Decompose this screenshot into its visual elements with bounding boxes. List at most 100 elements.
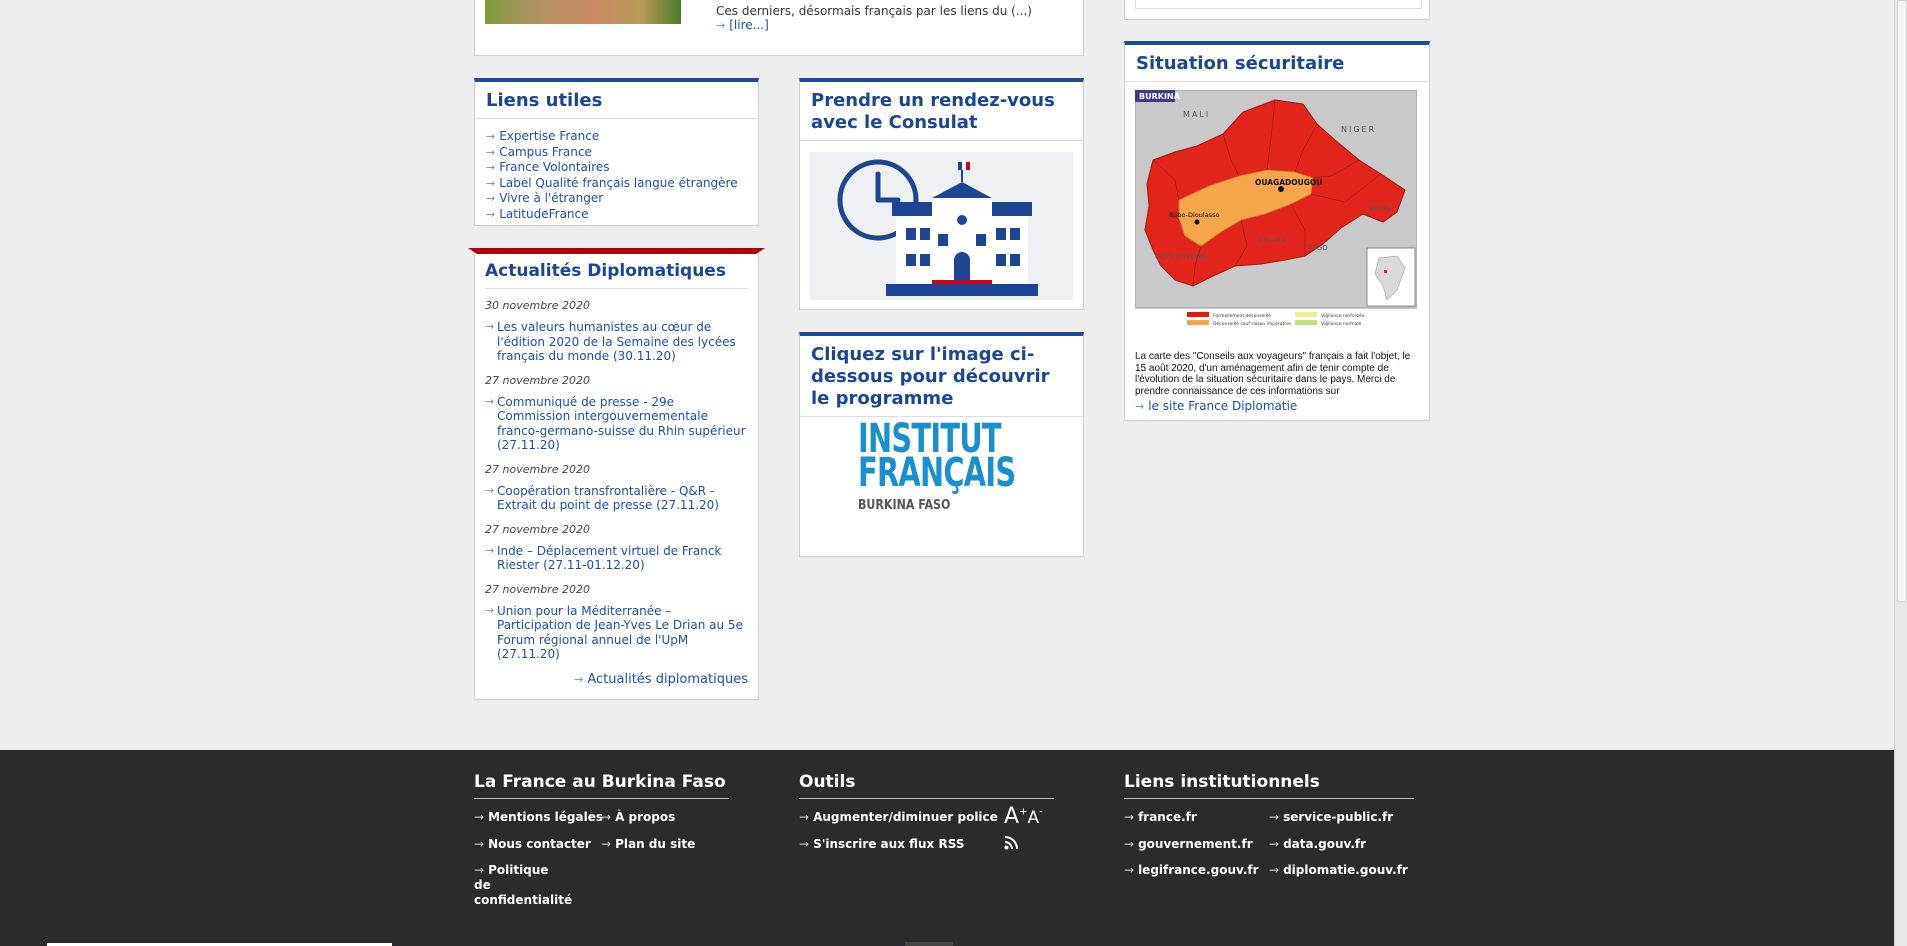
news-date: 27 novembre 2020: [485, 522, 590, 536]
map-label-cote-divoire: CÔTE D'IVOIRE: [1155, 252, 1207, 261]
arrow-icon: →: [485, 603, 495, 617]
rss-icon[interactable]: [1004, 836, 1018, 853]
news-item: 27 novembre 2020 → Coopération transfront…: [485, 463, 748, 513]
footer-col-tools: Outils: [799, 772, 1054, 799]
news-date: 30 novembre 2020: [485, 299, 590, 312]
legend-label: Vigilance renforcée: [1321, 312, 1365, 319]
footer-link-label: Mentions légales: [488, 810, 603, 824]
article-thumbnail[interactable]: [485, 0, 681, 24]
featured-article-box: Ces derniers, désormais français par les…: [474, 0, 1084, 56]
top-right-inner: [1135, 0, 1422, 9]
read-more-link[interactable]: → [lire...]: [716, 18, 769, 32]
institut-francais-logo[interactable]: INSTITUT FRANÇAIS BURKINA FASO: [858, 419, 1077, 513]
footer-link-gouvernement[interactable]: → gouvernement.fr: [1124, 837, 1253, 851]
footer-link-label: diplomatie.gouv.fr: [1283, 863, 1408, 877]
france-diplomatie-label: le site France Diplomatie: [1148, 399, 1298, 413]
useful-link[interactable]: → France Volontaires: [486, 160, 747, 176]
map-label-bobo: Bobo-Dioulasso: [1169, 211, 1219, 219]
consulate-building-icon: [810, 152, 1073, 300]
read-more-label: [lire...]: [729, 18, 769, 32]
useful-link-label: Label Qualité français langue étrangère: [499, 175, 738, 190]
consulate-title: Prendre un rendez-vous avec le Consulat: [811, 90, 1055, 133]
map-country-label: BURKINA: [1139, 92, 1181, 101]
site-footer: La France au Burkina Faso → Mentions léga…: [0, 750, 1907, 946]
logo-line-3: BURKINA FASO: [858, 498, 951, 513]
useful-links-box: Liens utiles → Expertise France → Campus F…: [474, 78, 759, 226]
useful-link[interactable]: → LatitudeFrance: [486, 207, 747, 223]
footer-link-data-gouv[interactable]: → data.gouv.fr: [1269, 837, 1366, 851]
diplomatic-news-title: Actualités Diplomatiques: [485, 261, 726, 281]
map-label-togo: TOGO: [1306, 244, 1328, 252]
footer-link-privacy[interactable]: → Politique de confidentialité: [474, 863, 573, 908]
footer-link-label: service-public.fr: [1283, 810, 1394, 824]
rss-subscribe-link[interactable]: → S'inscrire aux flux RSS: [799, 837, 964, 851]
footer-link-legifrance[interactable]: → legifrance.gouv.fr: [1124, 863, 1259, 877]
arrow-icon: →: [574, 672, 584, 686]
all-news-label: Actualités diplomatiques: [587, 671, 748, 687]
footer-link-label: Politique de confidentialité: [474, 863, 573, 907]
arrow-icon: →: [1269, 810, 1280, 824]
map-label-niger: NIGER: [1341, 125, 1376, 134]
news-date: 27 novembre 2020: [485, 373, 590, 387]
arrow-icon: →: [799, 837, 810, 851]
footer-link-label: legifrance.gouv.fr: [1138, 863, 1259, 877]
france-diplomatie-link[interactable]: → le site France Diplomatie: [1135, 399, 1297, 413]
consulate-illustration[interactable]: [810, 152, 1073, 300]
useful-link-label: LatitudeFrance: [499, 206, 589, 221]
useful-link-label: France Volontaires: [499, 160, 610, 174]
news-link-label: Communiqué de presse - 29e Commission in…: [497, 394, 746, 453]
footer-link-mentions[interactable]: → Mentions légales: [474, 810, 603, 824]
legend-swatch-red: [1187, 312, 1209, 317]
footer-link-label: À propos: [615, 810, 676, 824]
logo-line-2: FRANÇAIS: [858, 450, 1016, 496]
scrollbar-thumb[interactable]: [1897, 0, 1907, 602]
arrow-icon: →: [474, 837, 485, 851]
news-header-accent: [468, 248, 765, 254]
footer-link-france-fr[interactable]: → france.fr: [1124, 810, 1197, 824]
diplomatic-news-box: Actualités Diplomatiques 30 novembre 202…: [468, 248, 765, 700]
useful-link-label: Campus France: [499, 144, 592, 159]
top-right-box: [1124, 0, 1430, 20]
footer-col-title: La France au Burkina Faso: [474, 772, 729, 799]
article-excerpt: Ces derniers, désormais français par les…: [716, 4, 1032, 18]
footer-link-apropos[interactable]: → À propos: [601, 810, 675, 824]
arrow-icon: →: [1124, 810, 1135, 824]
arrow-icon: →: [485, 320, 495, 333]
news-link[interactable]: → Union pour la Méditerranée – Participat…: [485, 604, 748, 662]
useful-link[interactable]: → Vivre à l'étranger: [486, 191, 747, 207]
font-size-icon[interactable]: A+A-: [1004, 804, 1043, 829]
arrow-icon: →: [601, 810, 612, 824]
news-link[interactable]: → Communiqué de presse - 29e Commission i…: [485, 395, 748, 453]
legend-swatch-yellow: [1295, 312, 1317, 317]
arrow-icon: →: [1269, 837, 1280, 851]
useful-link[interactable]: → Campus France: [486, 145, 747, 161]
news-item: 27 novembre 2020 → Inde – Déplacement vir…: [485, 523, 748, 573]
useful-link[interactable]: → Expertise France: [486, 129, 747, 145]
news-link[interactable]: → Coopération transfrontalière - Q&R - Ex…: [485, 484, 748, 513]
security-title: Situation sécuritaire: [1136, 53, 1345, 74]
footer-link-label: S'inscrire aux flux RSS: [813, 837, 965, 851]
footer-link-label: Nous contacter: [488, 837, 591, 851]
page-scrollbar[interactable]: [1894, 0, 1907, 946]
footer-link-plan[interactable]: → Plan du site: [601, 837, 695, 851]
consulate-appointment-box: Prendre un rendez-vous avec le Consulat: [799, 78, 1084, 310]
map-label-ghana: GHANA: [1257, 236, 1288, 244]
map-label-mali: MALI: [1183, 110, 1210, 119]
useful-link[interactable]: → Label Qualité français langue étrangère: [486, 176, 747, 192]
arrow-icon: →: [485, 483, 495, 497]
footer-link-service-public[interactable]: → service-public.fr: [1269, 810, 1393, 824]
footer-link-diplomatie[interactable]: → diplomatie.gouv.fr: [1269, 863, 1408, 877]
all-news-link[interactable]: → Actualités diplomatiques: [475, 662, 758, 687]
arrow-icon: →: [1124, 863, 1135, 877]
useful-link-label: Vivre à l'étranger: [499, 191, 604, 205]
news-link[interactable]: → Les valeurs humanistes au cœur de l'édi…: [485, 320, 748, 364]
arrow-icon: →: [799, 810, 810, 824]
font-size-toggle-link[interactable]: → Augmenter/diminuer police: [799, 810, 998, 824]
burkina-map-image: BURKINA MALI NIGER GHANA BÉNIN TOGO CÔTE…: [1134, 89, 1418, 327]
map-label-benin: BÉNIN: [1369, 204, 1391, 213]
footer-link-contact[interactable]: → Nous contacter: [474, 837, 591, 851]
arrow-icon: →: [486, 130, 496, 143]
security-map[interactable]: BURKINA MALI NIGER GHANA BÉNIN TOGO CÔTE…: [1134, 89, 1418, 360]
news-link[interactable]: → Inde – Déplacement virtuel de Franck Ri…: [485, 544, 748, 573]
useful-links-list: → Expertise France → Campus France → France…: [475, 119, 758, 226]
